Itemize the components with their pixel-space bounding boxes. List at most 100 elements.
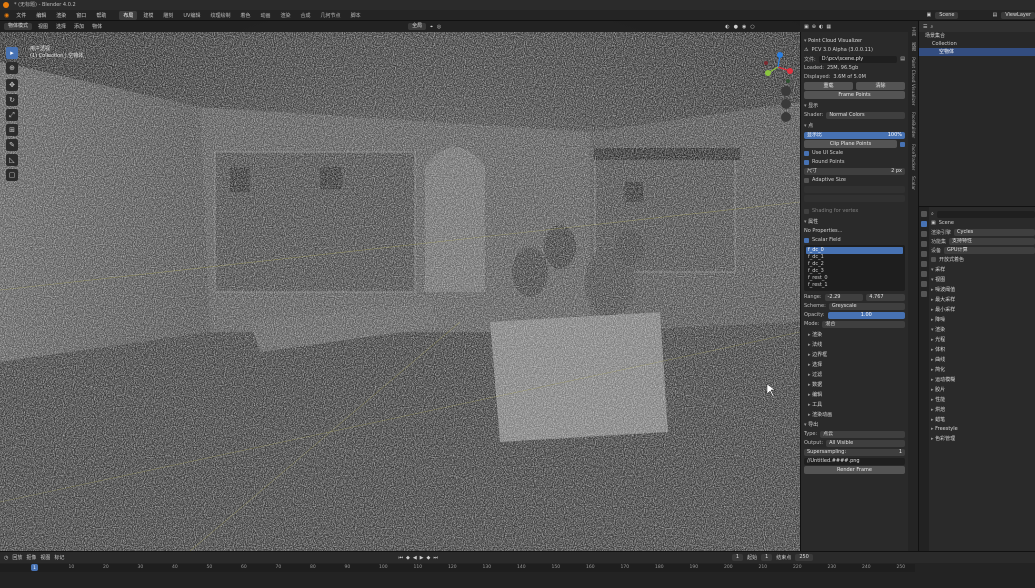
display-percent-slider[interactable]: 显示比 100% bbox=[804, 131, 905, 139]
workspace-tab[interactable]: 脚本 bbox=[347, 11, 365, 20]
properties-section[interactable]: 性能 bbox=[931, 396, 1035, 403]
tool-tab-icon[interactable] bbox=[921, 211, 927, 217]
scale-tool-icon[interactable]: ⤢ bbox=[6, 109, 18, 121]
properties-section[interactable]: 采样 bbox=[931, 266, 1035, 273]
timeline-ruler[interactable]: 0102030405060708090100110120130140150160… bbox=[0, 564, 915, 572]
workspace-tab[interactable]: 布局 bbox=[119, 10, 138, 20]
select-mode-icon[interactable]: ▣ bbox=[804, 24, 809, 30]
move-tool-icon[interactable]: ✥ bbox=[6, 79, 18, 91]
measure-tool-icon[interactable]: ◺ bbox=[6, 154, 18, 166]
properties-section[interactable]: 最小采样 bbox=[931, 306, 1035, 313]
outliner-item[interactable]: 空物体 bbox=[919, 48, 1035, 56]
range-max-field[interactable]: 4.767 bbox=[866, 293, 906, 301]
overlays-icon[interactable]: ◐ bbox=[819, 24, 823, 30]
scalar-field-item[interactable]: f_dc_0 bbox=[806, 247, 903, 254]
play-reverse-icon[interactable]: ◀ bbox=[413, 555, 417, 561]
clip-plane-button[interactable]: Clip Plane Points bbox=[804, 140, 897, 148]
timeline-editor-icon[interactable]: ◷ bbox=[4, 555, 8, 561]
properties-section[interactable]: 色彩管理 bbox=[931, 435, 1035, 442]
playhead[interactable]: 1 bbox=[31, 564, 38, 571]
sidebar-tab[interactable]: FaceBuilder bbox=[910, 112, 915, 138]
scalar-field-item[interactable]: f_dc_3 bbox=[806, 268, 903, 275]
shading-checkbox[interactable] bbox=[804, 208, 809, 214]
pcv-subsection[interactable]: 法线 bbox=[804, 341, 905, 348]
properties-search[interactable] bbox=[936, 210, 1035, 218]
rotate-tool-icon[interactable]: ↻ bbox=[6, 94, 18, 106]
scalar-field-list[interactable]: f_dc_0 f_dc_1 f_dc_2 f_dc_3 f_rest_0 f_rest_1 bbox=[804, 245, 905, 291]
timeline-menu-marker[interactable]: 标记 bbox=[54, 554, 64, 561]
range-min-field[interactable]: -2.29 bbox=[824, 293, 864, 301]
workspace-tab[interactable]: 着色 bbox=[236, 11, 254, 20]
transform-orientation[interactable]: 全局 bbox=[408, 23, 427, 30]
use-ui-scale-checkbox[interactable] bbox=[804, 150, 809, 156]
timeline-menu-playback[interactable]: 回放 bbox=[12, 554, 22, 561]
editor-icon[interactable]: ◉ bbox=[4, 12, 9, 19]
search-icon[interactable]: ⌕ bbox=[931, 211, 934, 217]
scalar-field-checkbox[interactable] bbox=[804, 237, 809, 243]
export-section[interactable]: 导出 bbox=[804, 421, 905, 428]
mode-selector[interactable]: 物体模式 bbox=[4, 23, 33, 30]
display-section[interactable]: 显示 bbox=[804, 102, 905, 109]
viewport-menu-view[interactable]: 视图 bbox=[36, 23, 50, 30]
open-shading-checkbox[interactable] bbox=[931, 256, 936, 262]
mode-select[interactable]: 混合 bbox=[822, 320, 905, 328]
data-tab-icon[interactable] bbox=[921, 291, 927, 297]
sidebar-tab[interactable]: Scalar bbox=[910, 176, 915, 190]
adaptive-size-checkbox[interactable] bbox=[804, 177, 809, 183]
jump-end-icon[interactable]: ⏭ bbox=[433, 555, 438, 561]
scalar-field-item[interactable]: f_rest_0 bbox=[806, 275, 903, 282]
current-frame-field[interactable]: 1 bbox=[731, 554, 744, 561]
view-layer-name[interactable]: ViewLayer bbox=[1001, 11, 1035, 19]
pcv-subsection[interactable]: 选择 bbox=[804, 361, 905, 368]
point-size-field[interactable]: 尺寸 2 px bbox=[804, 167, 905, 175]
points-section[interactable]: 点 bbox=[804, 122, 905, 129]
transform-tool-icon[interactable]: ⊞ bbox=[6, 124, 18, 136]
world-tab-icon[interactable] bbox=[921, 261, 927, 267]
view-layer-tab-icon[interactable] bbox=[921, 241, 927, 247]
render-engine-select[interactable]: Cycles bbox=[954, 228, 1035, 236]
type-select[interactable]: 点云 bbox=[820, 430, 905, 438]
viewport-menu-object[interactable]: 物体 bbox=[90, 23, 104, 30]
round-points-checkbox[interactable] bbox=[804, 159, 809, 165]
output-path-field[interactable]: //Untitled.####.png bbox=[804, 457, 905, 465]
menu-edit[interactable]: 编辑 bbox=[33, 12, 49, 19]
sidebar-tab[interactable]: Point Cloud Visualizer bbox=[910, 57, 915, 106]
pcv-subsection[interactable]: 工具 bbox=[804, 401, 905, 408]
overlay-icon[interactable]: ◐ bbox=[725, 24, 729, 30]
timeline-menu-view[interactable]: 视图 bbox=[40, 554, 50, 561]
menu-render[interactable]: 渲染 bbox=[53, 12, 69, 19]
3d-viewport[interactable]: 物体模式 视图 选择 添加 物体 全局 ⌖ ◎ ◐ ● ◉ ○ 用户透视 (1)… bbox=[0, 21, 800, 551]
supersample-field[interactable]: Supersampling: 1 bbox=[804, 448, 905, 456]
pcv-subsection[interactable]: 编辑 bbox=[804, 391, 905, 398]
cursor-tool-icon[interactable]: ⊕ bbox=[6, 62, 18, 74]
addon-title[interactable]: Point Cloud Visualizer bbox=[804, 38, 905, 44]
properties-section[interactable]: 噪波阈值 bbox=[931, 286, 1035, 293]
outliner-filter-icon[interactable]: ⌕ bbox=[930, 24, 933, 30]
pcv-subsection[interactable]: 过滤 bbox=[804, 371, 905, 378]
properties-section[interactable]: 烘焙 bbox=[931, 406, 1035, 413]
viewport-menu-select[interactable]: 选择 bbox=[54, 23, 68, 30]
add-cube-tool-icon[interactable]: ▢ bbox=[6, 169, 18, 181]
pcv-subsection[interactable]: 边界框 bbox=[804, 351, 905, 358]
properties-section[interactable]: Freestyle bbox=[931, 426, 1035, 432]
frame-points-button[interactable]: Frame Points bbox=[804, 91, 905, 99]
scheme-select[interactable]: Greyscale bbox=[828, 302, 905, 310]
outliner-icon[interactable]: ☰ bbox=[923, 24, 927, 30]
workspace-tab[interactable]: 建模 bbox=[139, 11, 157, 20]
clear-button[interactable]: 清除 bbox=[856, 82, 905, 90]
feature-set-select[interactable]: 支持特性 bbox=[949, 237, 1035, 245]
scalar-field-item[interactable]: f_dc_2 bbox=[806, 261, 903, 268]
menu-help[interactable]: 帮助 bbox=[93, 12, 109, 19]
end-frame-field[interactable]: 250 bbox=[795, 554, 813, 561]
properties-section[interactable]: 胶片 bbox=[931, 386, 1035, 393]
pcv-subsection[interactable]: 渲染 bbox=[804, 331, 905, 338]
properties-section[interactable]: 视图 bbox=[931, 276, 1035, 283]
play-icon[interactable]: ▶ bbox=[420, 555, 424, 561]
shader-select[interactable]: Normal Colors bbox=[826, 111, 905, 119]
menu-window[interactable]: 窗口 bbox=[73, 12, 89, 19]
clip-plane-checkbox[interactable] bbox=[900, 141, 905, 147]
shading-solid-icon[interactable]: ● bbox=[734, 24, 738, 30]
properties-section[interactable]: 曲线 bbox=[931, 356, 1035, 363]
scene-tab-icon[interactable] bbox=[921, 251, 927, 257]
render-frame-button[interactable]: Render Frame bbox=[804, 466, 905, 474]
